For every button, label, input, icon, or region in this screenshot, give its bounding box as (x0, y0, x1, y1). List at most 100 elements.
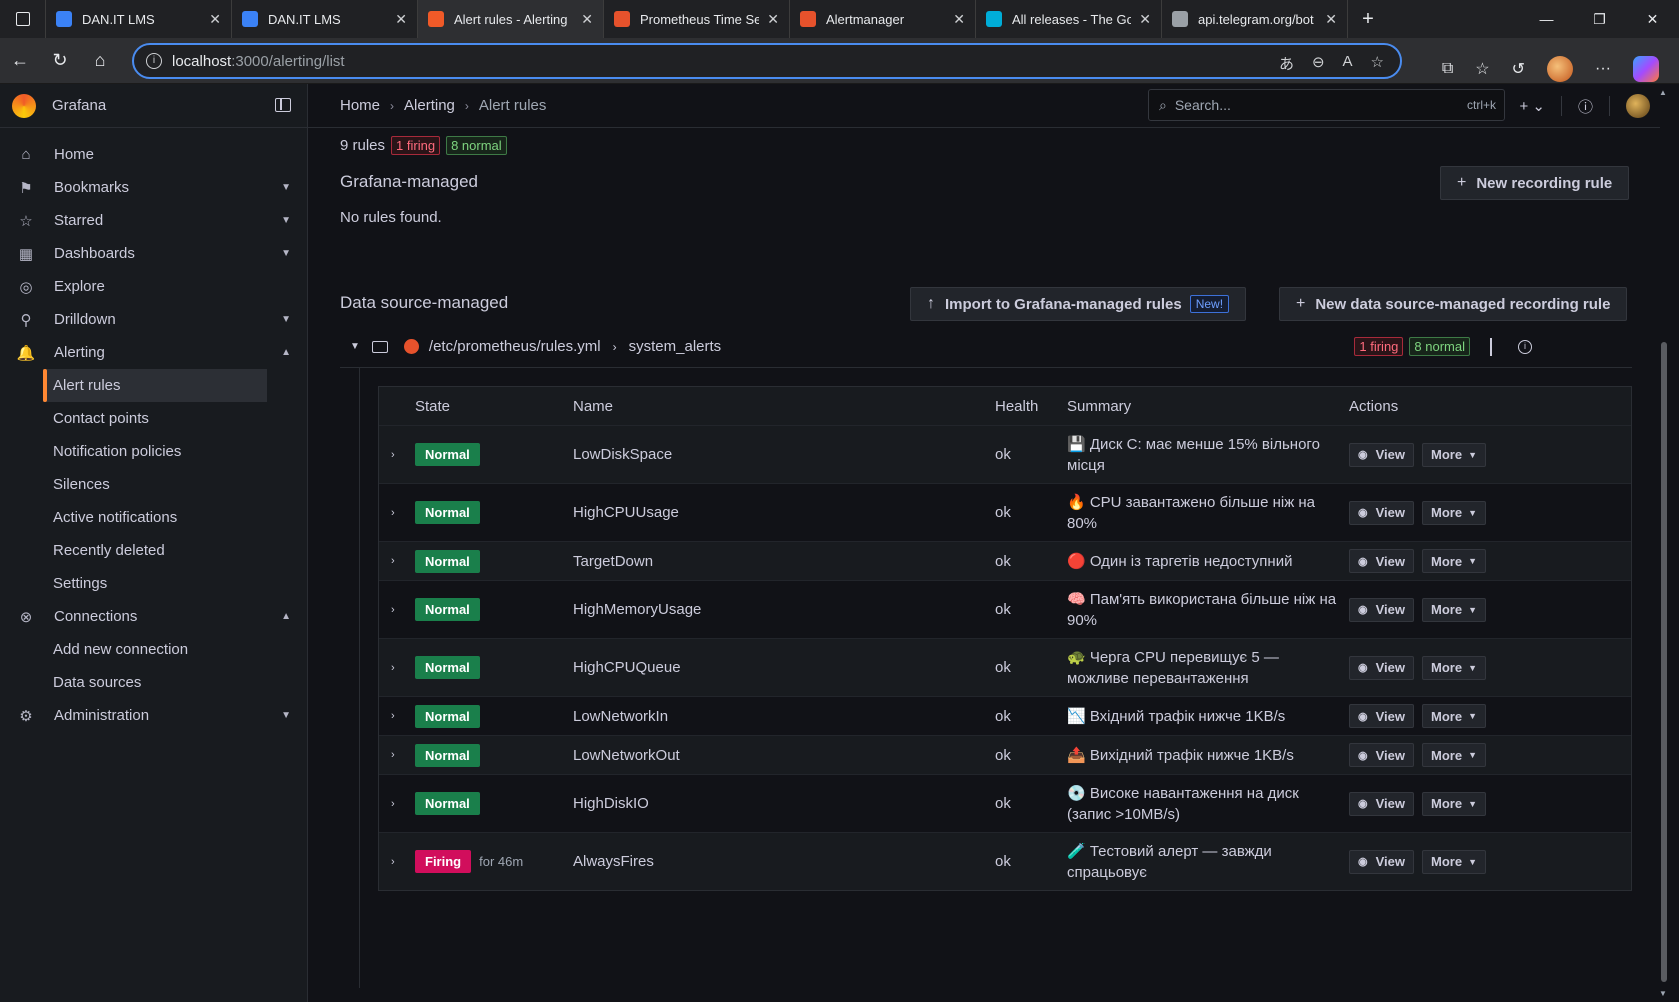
import-button[interactable]: ↑ Import to Grafana-managed rules New! (910, 287, 1247, 321)
view-button[interactable]: ◉ View (1349, 743, 1414, 767)
nav-subitem-alert-rules[interactable]: Alert rules (43, 369, 267, 402)
browser-tab[interactable]: Alertmanager ✕ (790, 0, 976, 38)
nav-subitem-recently-deleted[interactable]: Recently deleted (0, 534, 307, 567)
new-tab-button[interactable]: + (1348, 0, 1388, 38)
chevron-icon[interactable]: ▼ (281, 314, 291, 325)
search-input[interactable]: ⌕ Search... ctrl+k (1148, 89, 1505, 121)
chevron-down-icon[interactable]: ▼ (350, 341, 360, 352)
nav-item-drilldown[interactable]: ⚲ Drilldown ▼ (0, 303, 307, 336)
nav-subitem-add-new-connection[interactable]: Add new connection (0, 633, 307, 666)
nav-subitem-contact-points[interactable]: Contact points (0, 402, 307, 435)
expand-row-icon[interactable]: › (391, 449, 395, 461)
view-button[interactable]: ◉ View (1349, 655, 1414, 680)
more-button[interactable]: More ▼ (1422, 791, 1486, 816)
history-icon[interactable]: ↺ (1512, 59, 1525, 79)
more-button[interactable]: More ▼ (1422, 849, 1486, 874)
restore-icon[interactable]: ❐ (1573, 0, 1626, 38)
more-button[interactable]: More ▼ (1422, 442, 1486, 467)
scroll-down-icon[interactable]: ▼ (1659, 989, 1667, 998)
url-field[interactable]: i localhost:3000/alerting/list あ ⊖ A ☆ (132, 43, 1402, 79)
view-button[interactable]: ◉ View (1349, 442, 1414, 467)
expand-row-icon[interactable]: › (391, 749, 395, 761)
home-browser-icon[interactable]: ⌂ (80, 50, 120, 71)
browser-menu-icon[interactable]: ··· (1595, 60, 1611, 78)
more-button[interactable]: More ▼ (1422, 500, 1486, 525)
read-aloud-icon[interactable]: A (1343, 53, 1353, 74)
add-menu-icon[interactable]: + ⌄ (1519, 97, 1545, 115)
table-row[interactable]: › Firing for 46m AlwaysFires ok 🧪 Тестовий ал… (379, 832, 1631, 890)
view-button[interactable]: ◉ View (1349, 549, 1414, 573)
scrollbar-thumb[interactable] (1661, 342, 1667, 982)
table-row[interactable]: › Normal LowDiskSpace ok 💾 Диск C: має менше… (379, 425, 1631, 483)
expand-row-icon[interactable]: › (391, 507, 395, 519)
more-button[interactable]: More ▼ (1422, 704, 1486, 728)
browser-tab[interactable]: DAN.IT LMS ✕ (46, 0, 232, 38)
chevron-icon[interactable]: ▼ (281, 710, 291, 721)
close-tab-icon[interactable]: ✕ (1139, 11, 1151, 28)
table-row[interactable]: › Normal LowNetworkOut ok 📤 Вихідний трафік … (379, 735, 1631, 774)
nav-item-connections[interactable]: ⊗ Connections ▲ (0, 600, 307, 633)
close-tab-icon[interactable]: ✕ (395, 11, 407, 28)
chevron-icon[interactable]: ▼ (281, 248, 291, 259)
extensions-icon[interactable]: ⧉ (1442, 60, 1453, 78)
browser-tab[interactable]: Prometheus Time Ser ✕ (604, 0, 790, 38)
expand-row-icon[interactable]: › (391, 555, 395, 567)
nav-subitem-settings[interactable]: Settings (0, 567, 307, 600)
close-tab-icon[interactable]: ✕ (581, 11, 593, 28)
table-row[interactable]: › Normal TargetDown ok 🔴 Один із таргетів не… (379, 541, 1631, 580)
browser-tab[interactable]: Alert rules - Alerting ✕ (418, 0, 604, 38)
info-icon[interactable]: i (1518, 339, 1532, 354)
nav-item-explore[interactable]: ◎ Explore (0, 270, 307, 303)
expand-row-icon[interactable]: › (391, 856, 395, 868)
view-button[interactable]: ◉ View (1349, 597, 1414, 622)
nav-subitem-silences[interactable]: Silences (0, 468, 307, 501)
copilot-icon[interactable] (1633, 56, 1659, 82)
help-icon[interactable]: ⓘ (1578, 96, 1593, 117)
table-row[interactable]: › Normal HighCPUQueue ok 🐢 Черга CPU перевищ… (379, 638, 1631, 696)
nav-subitem-data-sources[interactable]: Data sources (0, 666, 307, 699)
view-button[interactable]: ◉ View (1349, 704, 1414, 728)
chevron-icon[interactable]: ▼ (281, 215, 291, 226)
new-recording-rule-button[interactable]: + New recording rule (1440, 166, 1630, 200)
expand-row-icon[interactable]: › (391, 798, 395, 810)
expand-row-icon[interactable]: › (391, 604, 395, 616)
view-button[interactable]: ◉ View (1349, 791, 1414, 816)
rule-group-header[interactable]: ▼ /etc/prometheus/rules.yml › system_ale… (340, 326, 1632, 368)
close-window-icon[interactable]: ✕ (1626, 0, 1679, 38)
more-button[interactable]: More ▼ (1422, 597, 1486, 622)
site-info-icon[interactable]: i (146, 53, 162, 69)
browser-tab[interactable]: All releases - The Go ✕ (976, 0, 1162, 38)
more-button[interactable]: More ▼ (1422, 549, 1486, 573)
reload-icon[interactable]: ↻ (40, 50, 80, 71)
breadcrumb-home[interactable]: Home (340, 97, 380, 114)
close-tab-icon[interactable]: ✕ (1325, 11, 1337, 28)
nav-item-home[interactable]: ⌂ Home (0, 138, 307, 171)
minimize-icon[interactable]: — (1520, 0, 1573, 38)
table-row[interactable]: › Normal HighCPUUsage ok 🔥 CPU завантажено б… (379, 483, 1631, 541)
edit-group-icon[interactable] (1490, 337, 1492, 356)
chevron-icon[interactable]: ▼ (281, 182, 291, 193)
tab-actions-icon[interactable] (0, 0, 46, 38)
nav-item-bookmarks[interactable]: ⚑ Bookmarks ▼ (0, 171, 307, 204)
nav-item-starred[interactable]: ☆ Starred ▼ (0, 204, 307, 237)
user-avatar[interactable] (1626, 94, 1650, 118)
grafana-brand[interactable]: Grafana (0, 84, 307, 128)
nav-item-administration[interactable]: ⚙ Administration ▼ (0, 699, 307, 732)
table-row[interactable]: › Normal LowNetworkIn ok 📉 Вхідний трафік ни… (379, 696, 1631, 735)
view-button[interactable]: ◉ View (1349, 500, 1414, 525)
chevron-icon[interactable]: ▲ (281, 347, 291, 358)
chevron-icon[interactable]: ▲ (281, 611, 291, 622)
more-button[interactable]: More ▼ (1422, 655, 1486, 680)
nav-item-dashboards[interactable]: ▦ Dashboards ▼ (0, 237, 307, 270)
view-button[interactable]: ◉ View (1349, 849, 1414, 874)
browser-tab[interactable]: DAN.IT LMS ✕ (232, 0, 418, 38)
new-ds-recording-rule-button[interactable]: + New data source-managed recording rule (1279, 287, 1628, 321)
zoom-icon[interactable]: ⊖ (1312, 53, 1325, 74)
close-tab-icon[interactable]: ✕ (209, 11, 221, 28)
profile-avatar[interactable] (1547, 56, 1574, 82)
browser-tab[interactable]: api.telegram.org/bot ✕ (1162, 0, 1348, 38)
table-row[interactable]: › Normal HighDiskIO ok 💿 Високе навантаження… (379, 774, 1631, 832)
close-tab-icon[interactable]: ✕ (767, 11, 779, 28)
more-button[interactable]: More ▼ (1422, 743, 1486, 767)
nav-subitem-notification-policies[interactable]: Notification policies (0, 435, 307, 468)
